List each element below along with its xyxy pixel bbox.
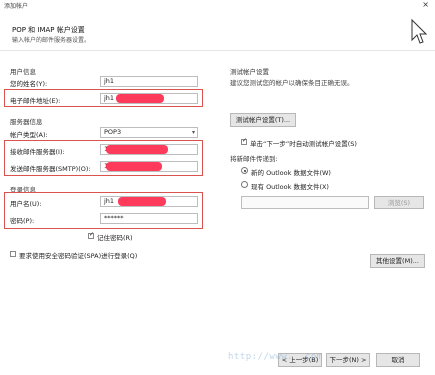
server-info-heading: 服务器信息 bbox=[10, 118, 43, 126]
header-title: POP 和 IMAP 帐户设置 bbox=[12, 26, 85, 34]
outgoing-server-label: 发送邮件服务器(SMTP)(O): bbox=[10, 165, 91, 173]
auto-test-checkbox[interactable]: ✓ bbox=[241, 137, 248, 145]
username-label: 用户名(U): bbox=[10, 200, 42, 208]
existing-data-file-radio[interactable] bbox=[241, 181, 248, 188]
name-input[interactable]: jh1 bbox=[100, 76, 198, 87]
incoming-server-label: 接收邮件服务器(I): bbox=[10, 148, 65, 156]
browse-button[interactable]: 浏览(S) bbox=[374, 196, 424, 209]
more-settings-button[interactable]: 其他设置(M)... bbox=[370, 254, 425, 268]
remember-password-label: 记住密码(R) bbox=[97, 234, 133, 242]
window-title: 添加帐户 bbox=[4, 3, 29, 10]
spa-label: 要求使用安全密码验证(SPA)进行登录(Q) bbox=[19, 252, 138, 260]
cancel-button[interactable]: 取消 bbox=[376, 353, 420, 367]
next-button[interactable]: 下一步(N) > bbox=[326, 353, 370, 367]
chevron-down-icon: ▾ bbox=[191, 129, 195, 136]
account-type-label: 帐户类型(A): bbox=[10, 131, 48, 139]
data-file-path-input[interactable] bbox=[241, 196, 369, 209]
test-account-button[interactable]: 测试帐户设置(T)... bbox=[230, 113, 296, 127]
email-label: 电子邮件地址(E): bbox=[10, 97, 61, 105]
account-type-value: POP3 bbox=[104, 128, 122, 136]
deliver-heading: 将新邮件传递到: bbox=[230, 155, 278, 163]
password-input[interactable]: ****** bbox=[100, 213, 198, 224]
password-label: 密码(P): bbox=[10, 217, 35, 225]
existing-data-file-label: 现有 Outlook 数据文件(X) bbox=[251, 183, 329, 191]
header-divider bbox=[0, 50, 435, 51]
test-settings-heading: 测试帐户设置 bbox=[230, 68, 269, 76]
username-value: jh1 bbox=[104, 197, 115, 205]
header-subtitle: 输入帐户的邮件服务器设置。 bbox=[12, 37, 91, 44]
pointer-cursor-icon bbox=[411, 18, 427, 44]
username-redaction bbox=[118, 197, 166, 206]
check-icon: ✓ bbox=[89, 231, 95, 238]
new-data-file-radio[interactable] bbox=[241, 167, 248, 174]
email-redaction bbox=[116, 94, 164, 103]
email-value: jh1 bbox=[104, 94, 115, 102]
incoming-redaction bbox=[106, 145, 168, 154]
check-icon: ✓ bbox=[242, 137, 248, 144]
new-data-file-label: 新的 Outlook 数据文件(W) bbox=[251, 169, 331, 177]
outgoing-redaction bbox=[106, 162, 162, 171]
auto-test-label: 单击“下一步”时自动测试帐户设置(S) bbox=[250, 140, 357, 148]
account-type-select[interactable]: POP3 ▾ bbox=[100, 127, 198, 138]
close-icon[interactable]: × bbox=[422, 0, 429, 9]
watermark: http://www. .com bbox=[228, 352, 323, 362]
test-settings-description: 建议您测试您的帐户以确保条目正确无误。 bbox=[230, 79, 354, 87]
remember-password-checkbox[interactable]: ✓ bbox=[88, 231, 95, 239]
title-bar: 添加帐户 × bbox=[0, 0, 435, 12]
user-info-heading: 用户信息 bbox=[10, 68, 36, 76]
name-label: 您的姓名(Y): bbox=[10, 80, 48, 88]
spa-checkbox[interactable] bbox=[10, 251, 16, 257]
dialog-header: POP 和 IMAP 帐户设置 输入帐户的邮件服务器设置。 bbox=[0, 12, 435, 50]
